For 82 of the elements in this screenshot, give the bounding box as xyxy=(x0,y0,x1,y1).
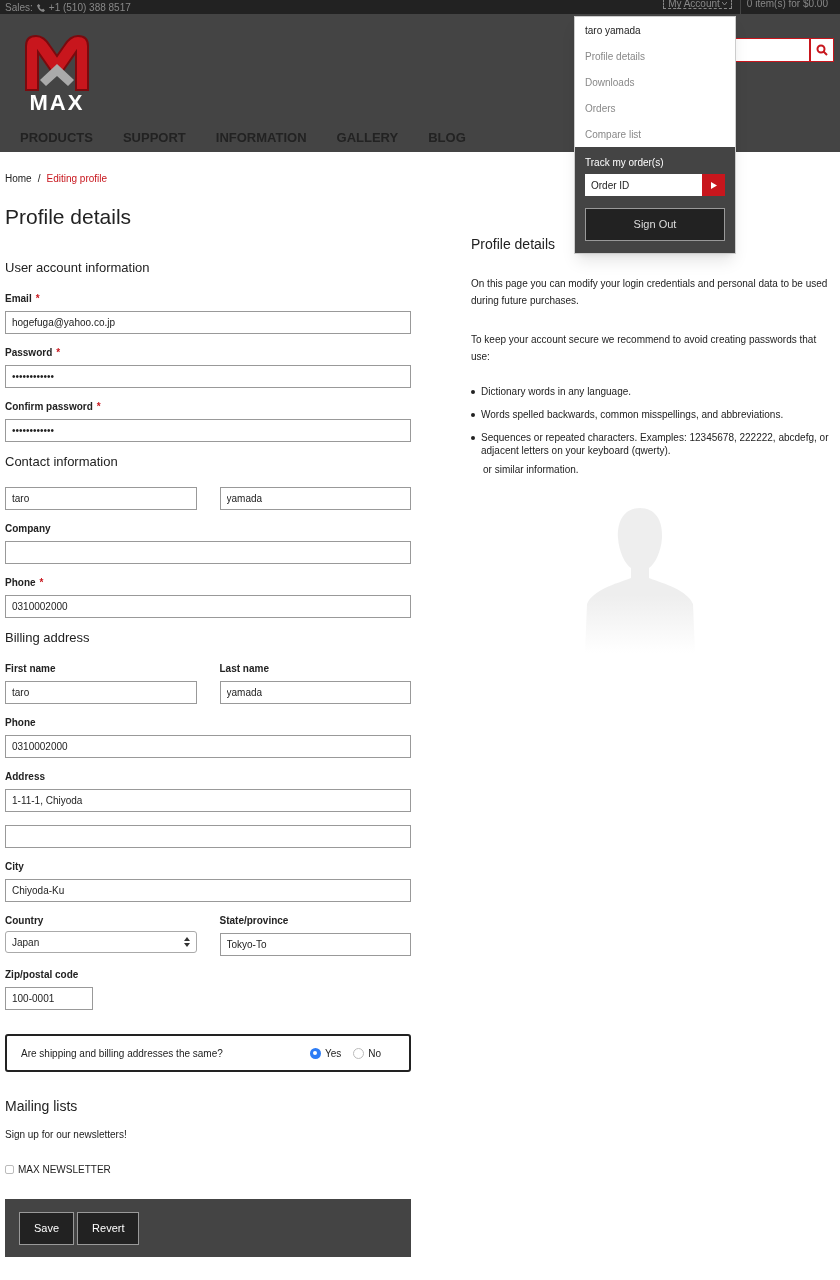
updown-caret-icon xyxy=(183,937,190,947)
bullet-icon xyxy=(471,413,475,417)
input-field[interactable]: yamada xyxy=(219,681,411,704)
input-field[interactable]: 0310002000 xyxy=(5,735,411,758)
phone-number: +1 (510) 388 8517 xyxy=(48,2,131,14)
user-name: taro yamada xyxy=(584,23,642,38)
form-button[interactable]: Revert xyxy=(77,1211,140,1245)
breadcrumb-link[interactable]: Home xyxy=(5,171,32,186)
field-label: State/province xyxy=(219,915,289,926)
input-field[interactable]: Tokyo-To xyxy=(219,933,411,956)
menu-item[interactable]: Downloads xyxy=(575,69,735,95)
section-heading: Billing address xyxy=(5,629,91,647)
sidebar-paragraph: On this page you can modify your login credentials and personal data to be used during future purchases. xyxy=(471,277,829,308)
logo-text: MAX xyxy=(29,92,85,114)
phone-icon xyxy=(36,4,45,12)
sidebar-heading: Profile details xyxy=(471,236,557,253)
menu-item[interactable]: Profile details xyxy=(575,43,735,69)
section-heading: User account information xyxy=(5,259,151,277)
input-field[interactable]: Chiyoda-Ku xyxy=(5,879,411,902)
required-mark: * xyxy=(56,347,61,358)
sidebar-note: or similar information. xyxy=(483,463,580,477)
page-title: Profile details xyxy=(5,204,133,230)
menu-item[interactable]: Compare list xyxy=(575,121,735,147)
input-field[interactable]: yamada xyxy=(219,487,411,510)
radio-label: Yes xyxy=(324,1046,342,1061)
my-account-button[interactable]: My Account xyxy=(663,0,732,9)
field-label: Address xyxy=(5,771,45,782)
bullet-text: Words spelled backwards, common misspellings, and abbreviations. xyxy=(481,408,784,421)
checkbox[interactable] xyxy=(5,1165,14,1174)
logo-m-drawing xyxy=(22,34,92,92)
newsletter-text: Sign up for our newsletters! xyxy=(5,1128,128,1142)
input-field[interactable]: 1-11-1, Chiyoda xyxy=(5,789,411,812)
input-field[interactable] xyxy=(5,825,411,848)
question-text: Are shipping and billing addresses the same? xyxy=(21,1046,223,1061)
breadcrumb-link[interactable]: Editing profile xyxy=(46,171,108,186)
search-button[interactable] xyxy=(810,38,834,62)
field-label: Confirm password xyxy=(5,401,93,412)
bullet-text: Dictionary words in any language. xyxy=(481,385,632,398)
bullet-icon xyxy=(471,390,475,394)
bullet-icon xyxy=(471,436,475,440)
sidebar-paragraph: To keep your account secure we recommend to avoid creating passwords that use: xyxy=(471,333,818,364)
field-label: Phone xyxy=(5,577,36,588)
input-field[interactable]: •••••••••••• xyxy=(5,419,411,442)
field-label: First name xyxy=(5,663,56,674)
track-label: Track my order(s) xyxy=(585,156,665,170)
field-label: Zip/postal code xyxy=(5,969,79,980)
search-icon xyxy=(816,44,828,56)
radio-button[interactable] xyxy=(309,1047,321,1059)
input-field[interactable]: 100-0001 xyxy=(5,987,93,1010)
form-button[interactable]: Save xyxy=(19,1211,75,1245)
country-select[interactable]: Japan xyxy=(5,931,197,953)
field-label: Last name xyxy=(219,663,269,674)
field-label: Email xyxy=(5,293,32,304)
sign-out-button[interactable]: Sign Out xyxy=(585,208,725,241)
section-heading: Contact information xyxy=(5,453,119,471)
order-id-field[interactable]: Order ID xyxy=(585,174,702,196)
input-field[interactable]: taro xyxy=(5,681,197,704)
input-field[interactable] xyxy=(5,541,411,564)
field-label: Country xyxy=(5,915,44,926)
submit-button[interactable] xyxy=(702,174,725,196)
input-field[interactable]: •••••••••••• xyxy=(5,365,411,388)
required-mark: * xyxy=(96,401,101,412)
sales-label: Sales: xyxy=(5,2,33,14)
input-field[interactable]: hogefuga@yahoo.co.jp xyxy=(5,311,411,334)
cart-button[interactable]: 0 item(s) for $0.00 xyxy=(746,0,828,9)
caret-icon xyxy=(721,2,727,5)
breadcrumb-separator: / xyxy=(37,172,41,186)
required-mark: * xyxy=(39,577,44,588)
required-mark: * xyxy=(35,293,40,304)
input-field[interactable]: 0310002000 xyxy=(5,595,411,618)
radio-button[interactable] xyxy=(353,1047,365,1059)
play-icon xyxy=(710,181,717,189)
checkbox-label: MAX NEWSLETTER xyxy=(18,1163,111,1177)
field-label: Phone xyxy=(5,717,36,728)
section-heading: Mailing lists xyxy=(5,1097,79,1116)
radio-label: No xyxy=(368,1046,381,1061)
bullet-text: Sequences or repeated characters. Examples: 12345678, 222222, abcdefg, or adjacent letters on your keyboard (qwerty). xyxy=(481,431,830,457)
field-label: Password xyxy=(5,347,53,358)
field-label: City xyxy=(5,861,24,872)
field-label: Company xyxy=(5,523,51,534)
menu-item[interactable]: Orders xyxy=(575,95,735,121)
input-field[interactable]: taro xyxy=(5,487,197,510)
